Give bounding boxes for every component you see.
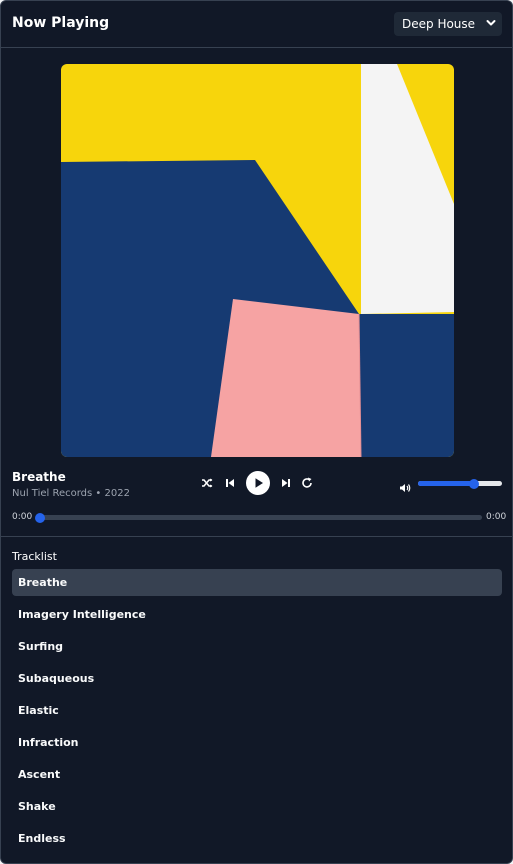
elapsed-time: 0:00: [12, 512, 33, 522]
track-meta: Nul Tiel Records • 2022: [12, 488, 130, 499]
section-divider: [1, 536, 512, 537]
genre-select[interactable]: Deep House: [394, 12, 502, 36]
tracklist-item[interactable]: Imagery Intelligence: [12, 601, 502, 628]
shuffle-icon: [202, 478, 213, 488]
tracklist-item[interactable]: Infraction: [12, 729, 502, 756]
track-title: Breathe: [12, 470, 66, 484]
tracklist-item[interactable]: Shake: [12, 793, 502, 820]
skip-forward-icon: [282, 479, 290, 487]
repeat-icon: [302, 477, 312, 488]
volume-slider-thumb[interactable]: [469, 478, 480, 489]
tracklist-item[interactable]: Elastic: [12, 697, 502, 724]
album-art: [61, 64, 454, 457]
volume-slider[interactable]: [418, 478, 502, 489]
tracklist-item[interactable]: Endless: [12, 825, 502, 852]
seek-bar-thumb[interactable]: [35, 512, 45, 523]
player-header: Now Playing Deep House: [1, 1, 512, 48]
tracklist-item[interactable]: Breathe: [12, 569, 502, 596]
repeat-button[interactable]: [300, 476, 314, 490]
play-icon: [255, 478, 263, 488]
shuffle-button[interactable]: [200, 476, 214, 490]
tracklist-item[interactable]: Ascent: [12, 761, 502, 788]
page-title: Now Playing: [12, 15, 110, 31]
play-button[interactable]: [246, 471, 270, 495]
tracklist-item[interactable]: Surfing: [12, 633, 502, 660]
volume-icon[interactable]: [399, 478, 411, 497]
tracklist-heading: Tracklist: [12, 550, 57, 563]
seek-bar[interactable]: [35, 512, 482, 523]
genre-select-value: Deep House: [402, 17, 476, 31]
volume-slider-fill: [418, 481, 475, 486]
chevron-down-icon: [486, 20, 496, 26]
skip-back-icon: [226, 479, 234, 487]
total-duration: 0:00: [486, 512, 507, 522]
tracklist: Breathe Imagery Intelligence Surfing Sub…: [12, 569, 502, 857]
tracklist-item[interactable]: Subaqueous: [12, 665, 502, 692]
next-track-button[interactable]: [279, 476, 293, 490]
previous-track-button[interactable]: [223, 476, 237, 490]
player-panel: Now Playing Deep House Breathe Nul Tiel …: [0, 0, 513, 864]
